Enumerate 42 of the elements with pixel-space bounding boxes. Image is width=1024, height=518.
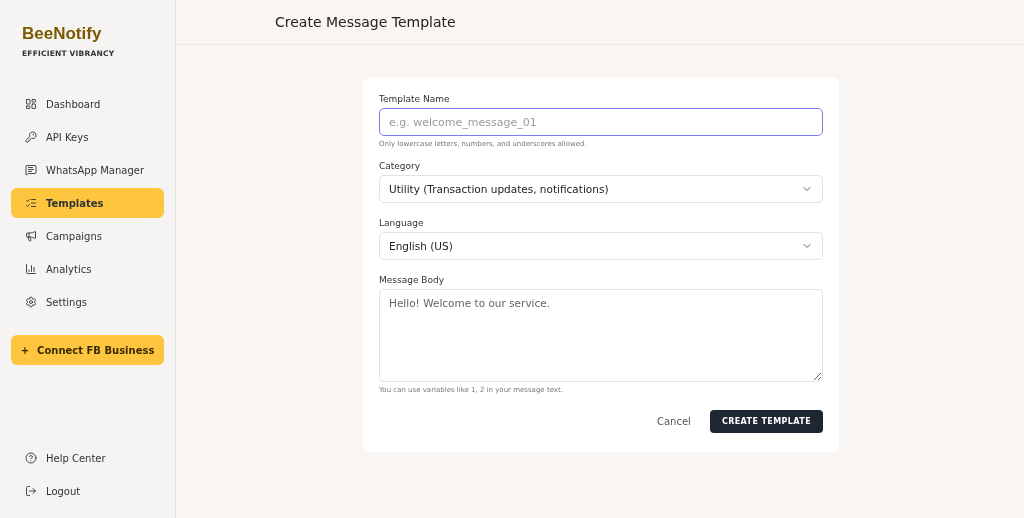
category-select[interactable]: Utility (Transaction updates, notifications) — [379, 175, 823, 203]
nav-label: WhatsApp Manager — [46, 164, 145, 176]
template-name-field[interactable]: e.g. welcome_message_01 — [379, 108, 823, 136]
connect-button[interactable]: + Connect FB Business — [11, 335, 164, 365]
nav-item[interactable]: API Keys — [11, 122, 164, 152]
nav-icon — [25, 452, 37, 464]
brand-name: BeeNotify — [22, 24, 103, 44]
nav-icon — [25, 131, 37, 143]
nav-icon — [25, 197, 37, 209]
nav-label: Dashboard — [46, 98, 101, 110]
connect-label: Connect FB Business — [37, 344, 155, 356]
nav-label: Settings — [46, 296, 87, 308]
nav-item[interactable]: Dashboard — [11, 89, 164, 119]
message-body-field[interactable]: Hello! Welcome to our service. — [379, 289, 823, 382]
field-label: Category — [379, 161, 422, 171]
nav-icon — [25, 164, 37, 176]
nav-icon — [25, 485, 37, 497]
page-title: Create Message Template — [275, 14, 456, 30]
create-template-button[interactable]: CREATE TEMPLATE — [709, 410, 823, 433]
nav-label: Templates — [46, 197, 104, 209]
field-label: Language — [379, 218, 425, 228]
nav-label: Campaigns — [46, 230, 102, 242]
nav-item[interactable]: Analytics — [11, 254, 164, 284]
nav-label: Analytics — [46, 263, 92, 275]
nav-label: Help Center — [46, 452, 106, 464]
nav-item[interactable]: WhatsApp Manager — [11, 155, 164, 185]
nav-label: Logout — [46, 485, 81, 497]
nav-icon — [25, 296, 37, 308]
nav-item[interactable]: Campaigns — [11, 221, 164, 251]
footer-nav-item[interactable]: Help Center — [11, 443, 164, 473]
nav-item[interactable]: Templates — [11, 188, 164, 218]
nav-label: API Keys — [46, 131, 89, 143]
plus-icon: + — [20, 344, 30, 356]
nav-icon — [25, 230, 37, 242]
nav-item[interactable]: Settings — [11, 287, 164, 317]
language-select[interactable]: English (US) — [379, 232, 823, 260]
nav-icon — [25, 98, 37, 110]
nav-icon — [25, 263, 37, 275]
field-label: Template Name — [379, 94, 451, 104]
footer-nav-item[interactable]: Logout — [11, 476, 164, 506]
cancel-button[interactable]: Cancel — [651, 415, 697, 428]
field-label: Message Body — [379, 275, 446, 285]
